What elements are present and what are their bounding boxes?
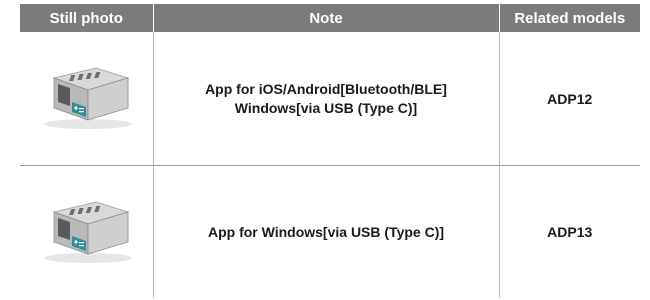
note-line: App for Windows[via USB (Type C)] xyxy=(207,223,445,240)
table-row: App for iOS/Android[Bluetooth/BLE] Windo… xyxy=(20,32,640,166)
photo-cell xyxy=(20,166,153,299)
photo-cell xyxy=(20,32,153,166)
adapter-device-photo xyxy=(44,201,133,263)
note-cell: App for iOS/Android[Bluetooth/BLE] Windo… xyxy=(152,32,499,166)
table-row: App for Windows[via USB (Type C)] ADP13 xyxy=(20,165,640,299)
header-still-photo: Still photo xyxy=(20,4,153,32)
adapter-device-photo xyxy=(44,67,133,129)
header-note: Note xyxy=(152,4,499,32)
note-line: App for iOS/Android[Bluetooth/BLE] xyxy=(205,80,447,97)
header-related-models: Related models xyxy=(498,4,640,32)
model-cell: ADP13 xyxy=(498,165,640,298)
header-row: Still photo Note Related models xyxy=(20,4,640,32)
note-cell: App for Windows[via USB (Type C)] xyxy=(152,165,499,298)
model-cell: ADP12 xyxy=(498,32,640,166)
models-table: Still photo Note Related models App for … xyxy=(20,4,640,298)
note-line: Windows[via USB (Type C)] xyxy=(234,99,418,116)
